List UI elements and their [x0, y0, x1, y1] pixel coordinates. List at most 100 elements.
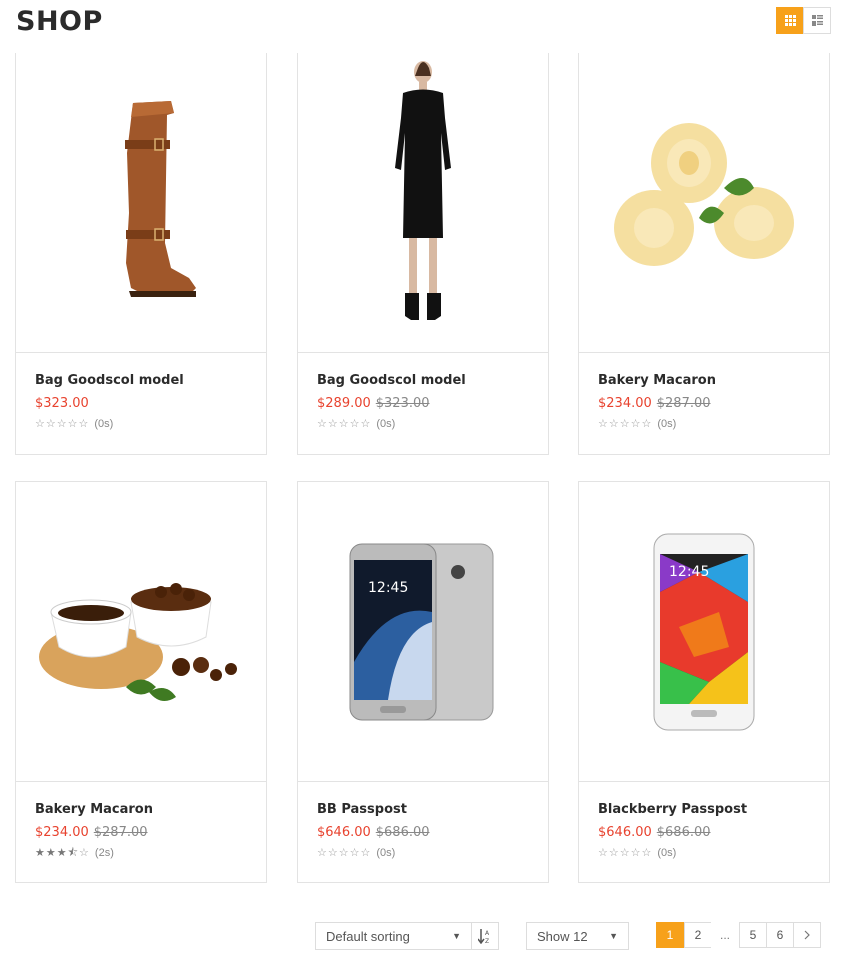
product-rating: ☆ ☆ ☆ ☆ ☆ (0s): [598, 418, 819, 430]
sort-select[interactable]: Default sorting ▼: [315, 922, 472, 950]
product-rating: ☆ ☆ ☆ ☆ ☆ (0s): [317, 418, 538, 430]
product-card[interactable]: Bakery Macaron $234.00 $287.00 ☆ ☆ ☆ ☆ ☆ (0s): [578, 53, 830, 455]
star-empty-icon: ☆: [598, 417, 608, 430]
star-filled-icon: ★: [35, 846, 45, 859]
dress-image: [395, 60, 451, 320]
star-empty-icon: ☆: [360, 846, 371, 859]
product-card[interactable]: Bakery Macaron $234.00 $287.00 ★ ★ ★ ⯪ ☆ (2s): [15, 481, 267, 883]
star-empty-icon: ☆: [56, 417, 67, 430]
svg-text:12:45: 12:45: [669, 564, 709, 580]
star-empty-icon: ☆: [327, 846, 338, 859]
star-empty-icon: ☆: [641, 417, 652, 430]
product-name[interactable]: BB Passpost: [317, 802, 538, 817]
product-rating: ☆ ☆ ☆ ☆ ☆ (0s): [598, 847, 819, 859]
product-old-price: $287.00: [93, 825, 148, 840]
product-price: $646.00: [598, 825, 652, 840]
sort-az-icon: A Z: [478, 929, 490, 944]
show-count-value: Show 12: [537, 928, 588, 944]
star-empty-icon: ☆: [641, 846, 652, 859]
product-old-price: $686.00: [656, 825, 711, 840]
product-rating: ☆ ☆ ☆ ☆ ☆ (0s): [35, 418, 256, 430]
review-count: (0s): [376, 418, 396, 430]
show-count-select[interactable]: Show 12 ▼: [526, 922, 629, 950]
star-empty-icon: ☆: [338, 846, 349, 859]
product-image-boot[interactable]: [16, 53, 266, 353]
page-5[interactable]: 5: [739, 922, 767, 948]
review-count: (0s): [657, 847, 677, 859]
star-empty-icon: ☆: [619, 417, 630, 430]
star-empty-icon: ☆: [45, 417, 56, 430]
chevron-right-icon: [804, 930, 810, 940]
star-empty-icon: ☆: [327, 417, 338, 430]
product-name[interactable]: Bakery Macaron: [598, 373, 819, 388]
product-rating: ☆ ☆ ☆ ☆ ☆ (0s): [317, 847, 538, 859]
product-old-price: $686.00: [375, 825, 430, 840]
star-empty-icon: ☆: [67, 417, 78, 430]
product-price: $323.00: [35, 396, 89, 411]
pagination: 1 2 ... 5 6: [656, 922, 821, 948]
product-card[interactable]: Bag Goodscol model $289.00 $323.00 ☆ ☆ ☆ ☆ ☆ …: [297, 53, 549, 455]
product-name[interactable]: Bag Goodscol model: [317, 373, 538, 388]
star-empty-icon: ☆: [78, 417, 89, 430]
product-image-phone[interactable]: 12:45: [579, 482, 829, 782]
product-card[interactable]: 12:45 BB Passpost $646.00 $686.00 ☆ ☆ ☆ ☆ ☆ (…: [297, 481, 549, 883]
page-title: SHOP: [16, 6, 103, 37]
product-name[interactable]: Bakery Macaron: [35, 802, 256, 817]
product-price: $234.00: [598, 396, 652, 411]
star-empty-icon: ☆: [608, 846, 619, 859]
page-6[interactable]: 6: [766, 922, 794, 948]
review-count: (0s): [657, 418, 677, 430]
star-empty-icon: ☆: [317, 417, 327, 430]
star-filled-icon: ★: [56, 846, 67, 859]
review-count: (2s): [94, 847, 114, 859]
star-empty-icon: ☆: [360, 417, 371, 430]
svg-text:A: A: [485, 930, 490, 937]
star-empty-icon: ☆: [598, 846, 608, 859]
star-empty-icon: ☆: [79, 846, 89, 859]
sort-direction-button[interactable]: A Z: [471, 922, 499, 950]
shop-toolbar: Default sorting ▼ A Z Show 12 ▼ 1 2 ... …: [0, 922, 849, 950]
butter-image: [614, 122, 794, 266]
product-card[interactable]: 12:45 Blackberry Passpost $646.00 $686.00…: [578, 481, 830, 883]
svg-text:Z: Z: [485, 938, 489, 944]
product-name[interactable]: Bag Goodscol model: [35, 373, 256, 388]
product-price: $234.00: [35, 825, 89, 840]
star-empty-icon: ☆: [630, 417, 641, 430]
caret-down-icon: ▼: [609, 931, 618, 941]
star-empty-icon: ☆: [338, 417, 349, 430]
page-1[interactable]: 1: [656, 922, 684, 948]
svg-text:12:45: 12:45: [368, 580, 408, 596]
sort-select-value: Default sorting: [326, 928, 410, 944]
product-old-price: $323.00: [375, 396, 430, 411]
product-image-dress[interactable]: [298, 53, 548, 353]
page-2[interactable]: 2: [684, 922, 712, 948]
phone-white-image: 12:45: [653, 533, 755, 730]
product-card[interactable]: Bag Goodscol model $323.00 ☆ ☆ ☆ ☆ ☆ (0s): [15, 53, 267, 455]
star-filled-icon: ★: [45, 846, 56, 859]
boot-image: [125, 100, 196, 297]
star-empty-icon: ☆: [349, 417, 360, 430]
star-empty-icon: ☆: [608, 417, 619, 430]
grid-view-button[interactable]: [776, 7, 804, 34]
product-image-coffee[interactable]: [16, 482, 266, 782]
product-name[interactable]: Blackberry Passpost: [598, 802, 819, 817]
product-price: $289.00: [317, 396, 371, 411]
star-empty-icon: ☆: [35, 417, 45, 430]
list-view-icon: [811, 15, 823, 26]
product-price: $646.00: [317, 825, 371, 840]
next-page-button[interactable]: [793, 922, 821, 948]
caret-down-icon: ▼: [452, 931, 461, 941]
product-image-phone[interactable]: 12:45: [298, 482, 548, 782]
review-count: (0s): [376, 847, 396, 859]
grid-view-icon: [784, 15, 796, 26]
star-empty-icon: ☆: [349, 846, 360, 859]
list-view-button[interactable]: [803, 7, 831, 34]
product-image-butter[interactable]: [579, 53, 829, 353]
product-old-price: $287.00: [656, 396, 711, 411]
review-count: (0s): [94, 418, 114, 430]
product-rating: ★ ★ ★ ⯪ ☆ (2s): [35, 847, 256, 859]
coffee-image: [39, 582, 237, 701]
star-empty-icon: ☆: [619, 846, 630, 859]
star-empty-icon: ☆: [630, 846, 641, 859]
star-empty-icon: ☆: [317, 846, 327, 859]
